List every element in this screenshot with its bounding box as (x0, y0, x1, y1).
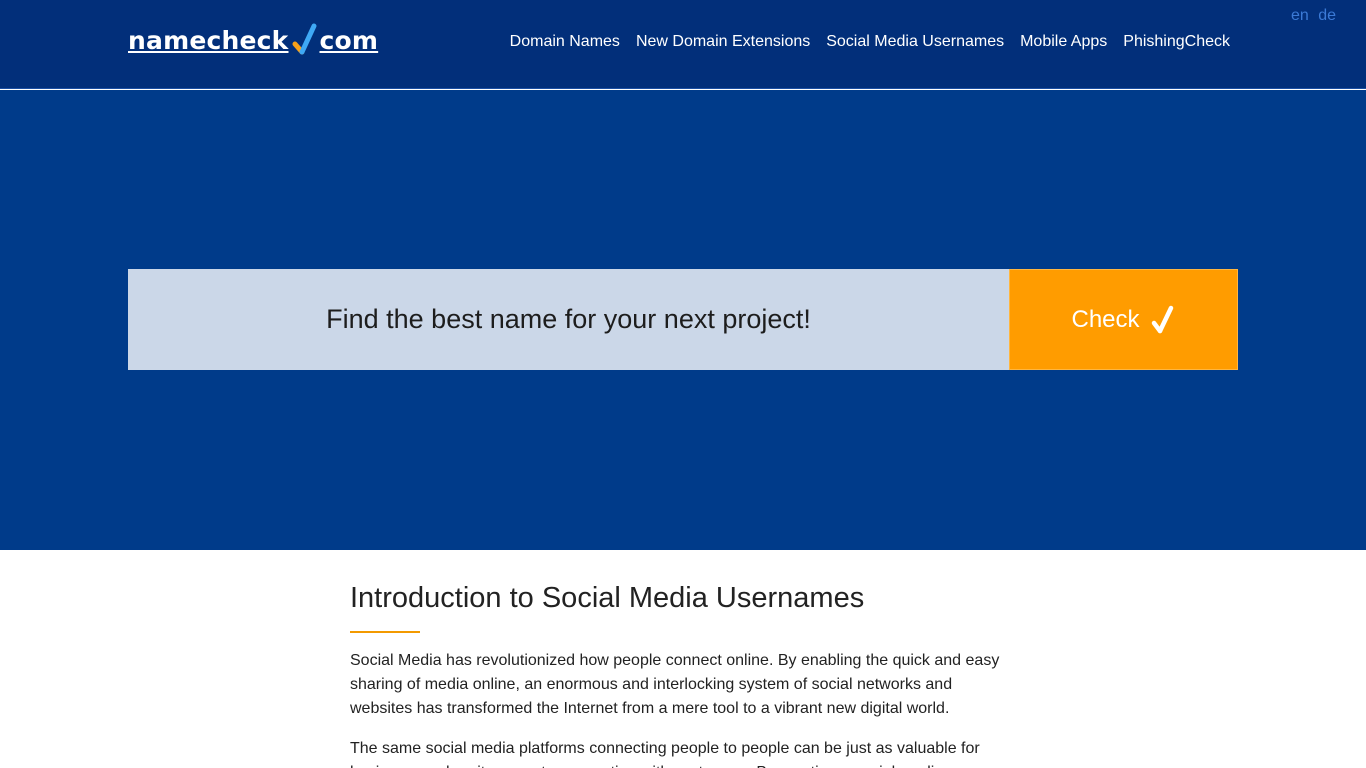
title-divider (350, 631, 420, 633)
search-bar: Check (128, 269, 1238, 370)
name-search-input[interactable] (128, 269, 1009, 370)
checkmark-icon (292, 23, 316, 55)
nav-domain-names[interactable]: Domain Names (510, 33, 620, 51)
nav-social-media-usernames[interactable]: Social Media Usernames (826, 33, 1004, 51)
check-button[interactable]: Check (1009, 269, 1238, 370)
nav-new-domain-extensions[interactable]: New Domain Extensions (636, 33, 810, 51)
nav-phishingcheck[interactable]: PhishingCheck (1123, 33, 1230, 51)
namecheck-logo[interactable]: namecheck com (128, 22, 378, 58)
checkmark-icon (1151, 305, 1173, 333)
hero-section: Check (0, 90, 1366, 550)
intro-paragraph: The same social media platforms connecti… (350, 740, 980, 768)
lang-de-link[interactable]: de (1318, 7, 1336, 24)
language-switcher: en de (1286, 7, 1336, 25)
logo-name: namecheck (128, 25, 289, 55)
logo-tld: com (319, 25, 379, 55)
main-content: Introduction to Social Media Usernames S… (350, 580, 1010, 768)
page-title: Introduction to Social Media Usernames (350, 582, 865, 614)
intro-paragraph: Social Media has revolutionized how peop… (350, 652, 1000, 717)
main-nav: Domain Names New Domain Extensions Socia… (510, 33, 1230, 51)
check-button-label: Check (1071, 305, 1140, 333)
nav-mobile-apps[interactable]: Mobile Apps (1020, 33, 1107, 51)
site-header: namecheck com en de Domain Names New Dom… (0, 0, 1366, 89)
lang-en-link[interactable]: en (1291, 7, 1309, 24)
